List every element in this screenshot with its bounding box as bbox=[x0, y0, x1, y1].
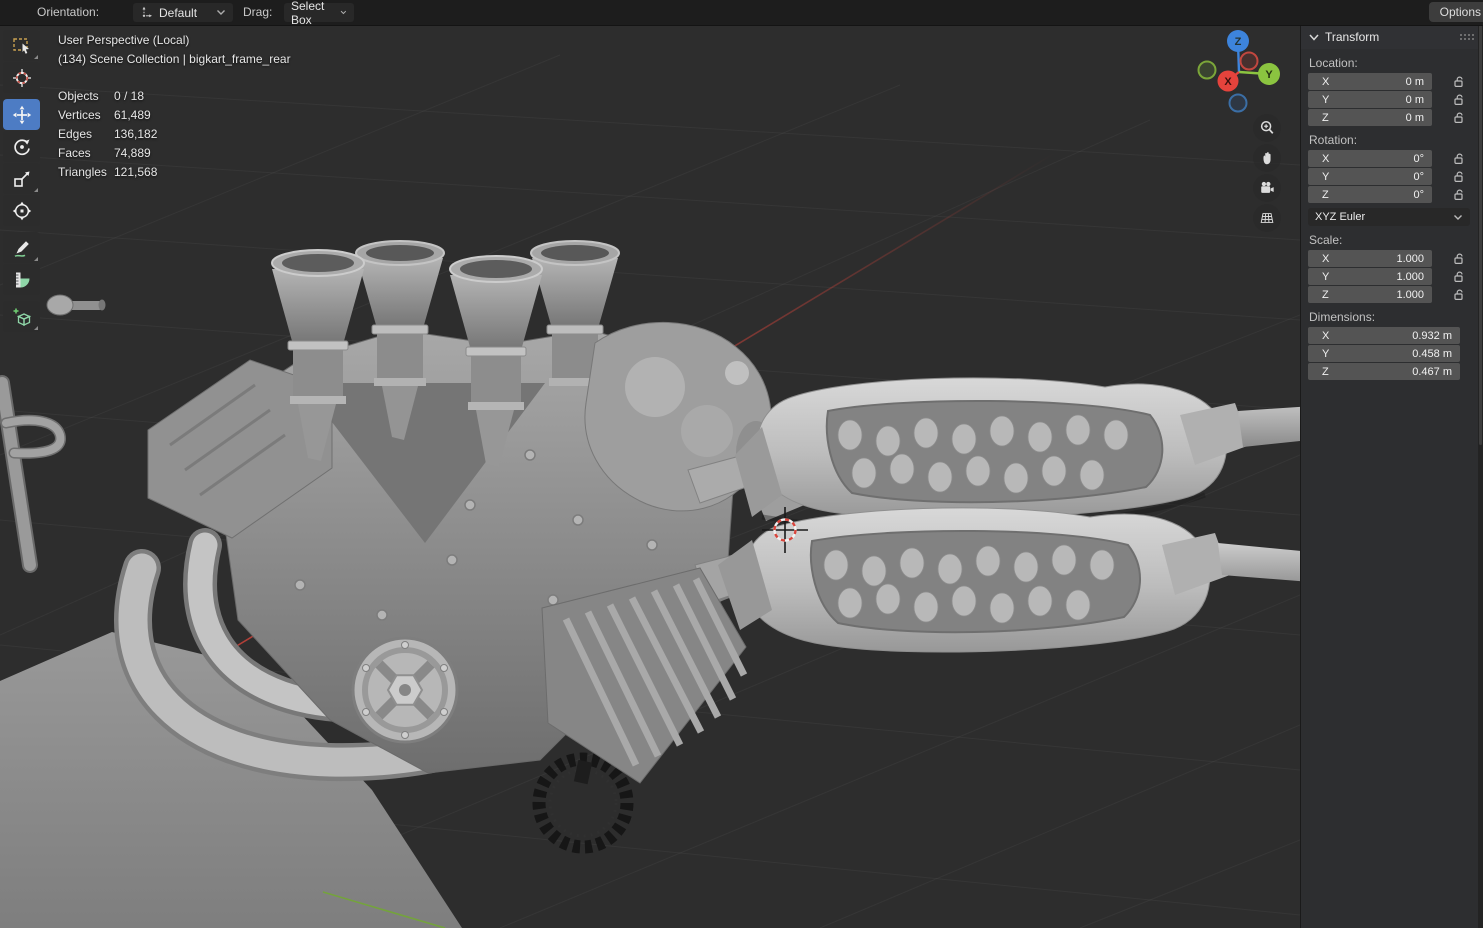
drag-mode-dropdown[interactable]: Select Box bbox=[284, 0, 354, 27]
scale-icon bbox=[13, 171, 29, 187]
stat-value: 74,889 bbox=[114, 146, 151, 160]
rotate-icon bbox=[13, 138, 30, 155]
lock-icon[interactable] bbox=[1451, 74, 1467, 89]
camera-icon bbox=[1261, 181, 1274, 193]
dimensions-section-label: Dimensions: bbox=[1309, 310, 1376, 324]
chevron-down-icon bbox=[340, 10, 347, 15]
svg-text:Z: Z bbox=[1235, 36, 1242, 48]
stat-label: Faces bbox=[58, 146, 91, 160]
drag-handle-icon[interactable] bbox=[1459, 33, 1475, 41]
lock-icon[interactable] bbox=[1451, 251, 1467, 266]
lock-icon[interactable] bbox=[1451, 169, 1467, 184]
chevron-down-icon bbox=[1454, 214, 1462, 220]
stat-label: Objects bbox=[58, 89, 99, 103]
3d-viewport[interactable]: User Perspective (Local) (134) Scene Col… bbox=[0, 25, 1300, 928]
transform-icon bbox=[12, 201, 31, 220]
grid-perspective-icon bbox=[1260, 213, 1274, 223]
view-perspective-label: User Perspective (Local) bbox=[58, 33, 190, 47]
stat-label: Triangles bbox=[58, 165, 107, 179]
options-button[interactable]: Options bbox=[1428, 2, 1483, 22]
transform-panel-header[interactable]: Transform bbox=[1301, 25, 1483, 49]
drag-label: Drag: bbox=[243, 5, 273, 19]
scale-section-label: Scale: bbox=[1309, 233, 1343, 247]
stat-value: 61,489 bbox=[114, 108, 151, 122]
drag-mode-value: Select Box bbox=[291, 0, 325, 27]
scene-statistics: Objects 0 / 18 Vertices 61,489 Edges 136,18… bbox=[58, 89, 291, 179]
location-z-field[interactable]: Z 0 m bbox=[1308, 109, 1463, 126]
tool-shelf bbox=[3, 30, 40, 333]
gizmo-axis-z-neg[interactable] bbox=[1228, 93, 1248, 113]
cursor-icon bbox=[12, 68, 31, 87]
tool-measure[interactable] bbox=[3, 264, 40, 295]
rotation-mode-dropdown[interactable]: XYZ Euler bbox=[1308, 208, 1470, 226]
lock-icon[interactable] bbox=[1451, 287, 1467, 302]
stat-label: Edges bbox=[58, 127, 93, 141]
location-y-field[interactable]: Y 0 m bbox=[1308, 91, 1463, 108]
sidebar-item-panel: Transform Location: X 0 m Y 0 m Z 0 m Ro… bbox=[1300, 25, 1483, 928]
rotation-y-field[interactable]: Y 0° bbox=[1308, 168, 1463, 185]
rotation-section-label: Rotation: bbox=[1309, 133, 1358, 147]
camera-view-button[interactable] bbox=[1253, 174, 1281, 202]
select-box-icon bbox=[12, 37, 29, 54]
transform-orientation-icon bbox=[142, 6, 152, 18]
gizmo-axis-z[interactable]: Z bbox=[1227, 30, 1249, 52]
location-x-field[interactable]: X 0 m bbox=[1308, 73, 1463, 90]
stat-value: 0 / 18 bbox=[114, 89, 145, 103]
lock-icon[interactable] bbox=[1451, 187, 1467, 202]
viewport-info-overlay: User Perspective (Local) (134) Scene Col… bbox=[58, 33, 291, 179]
orientation-label: Orientation: bbox=[37, 5, 100, 19]
stat-value: 121,568 bbox=[114, 165, 158, 179]
scale-y-field[interactable]: Y 1.000 bbox=[1308, 268, 1463, 285]
dimensions-z-field[interactable]: Z 0.467 m bbox=[1308, 363, 1460, 380]
tool-move[interactable] bbox=[3, 99, 40, 130]
panel-title: Transform bbox=[1325, 30, 1380, 44]
lock-icon[interactable] bbox=[1451, 110, 1467, 125]
lock-icon[interactable] bbox=[1451, 151, 1467, 166]
perspective-toggle-button[interactable] bbox=[1253, 204, 1281, 232]
svg-text:X: X bbox=[1224, 76, 1232, 88]
rotation-z-field[interactable]: Z 0° bbox=[1308, 186, 1463, 203]
measure-icon bbox=[15, 272, 29, 287]
tool-annotate[interactable] bbox=[3, 232, 40, 263]
chevron-down-icon bbox=[1309, 34, 1319, 41]
viewport-header-bar: Orientation: Default Drag: Select Box Op… bbox=[0, 0, 1483, 27]
lock-icon[interactable] bbox=[1451, 269, 1467, 284]
location-section-label: Location: bbox=[1309, 56, 1358, 70]
zoom-button[interactable] bbox=[1253, 114, 1281, 142]
stat-label: Vertices bbox=[58, 108, 101, 122]
gizmo-axis-y[interactable]: Y bbox=[1258, 63, 1280, 85]
gizmo-axis-x-neg[interactable] bbox=[1239, 51, 1259, 71]
tool-add-cube[interactable] bbox=[3, 301, 40, 332]
gizmo-axis-y-neg[interactable] bbox=[1197, 60, 1217, 80]
tool-transform[interactable] bbox=[3, 195, 40, 226]
tool-rotate[interactable] bbox=[3, 131, 40, 162]
chevron-down-icon bbox=[217, 10, 225, 15]
orientation-dropdown[interactable]: Default bbox=[133, 3, 233, 22]
stat-value: 136,182 bbox=[114, 127, 158, 141]
scale-x-field[interactable]: X 1.000 bbox=[1308, 250, 1463, 267]
rotation-x-field[interactable]: X 0° bbox=[1308, 150, 1463, 167]
gizmo-axis-x[interactable]: X bbox=[1217, 70, 1239, 92]
move-icon bbox=[12, 105, 31, 124]
navigation-gizmo[interactable]: Z Y X bbox=[1194, 27, 1286, 119]
active-collection-label: (134) Scene Collection | bigkart_frame_r… bbox=[58, 52, 291, 66]
dimensions-x-field[interactable]: X 0.932 m bbox=[1308, 327, 1460, 344]
hand-icon bbox=[1263, 152, 1271, 165]
orientation-value: Default bbox=[159, 5, 198, 20]
tool-select-box[interactable] bbox=[3, 30, 40, 61]
tool-cursor[interactable] bbox=[3, 62, 40, 93]
pan-button[interactable] bbox=[1253, 144, 1281, 172]
scale-z-field[interactable]: Z 1.000 bbox=[1308, 286, 1463, 303]
lock-icon[interactable] bbox=[1451, 92, 1467, 107]
annotate-pen-icon bbox=[14, 240, 29, 257]
tool-scale[interactable] bbox=[3, 163, 40, 194]
svg-text:Y: Y bbox=[1265, 69, 1273, 81]
panel-scrollbar[interactable] bbox=[1478, 25, 1483, 928]
zoom-icon bbox=[1260, 121, 1274, 134]
dimensions-y-field[interactable]: Y 0.458 m bbox=[1308, 345, 1460, 362]
add-cube-icon bbox=[13, 308, 31, 326]
